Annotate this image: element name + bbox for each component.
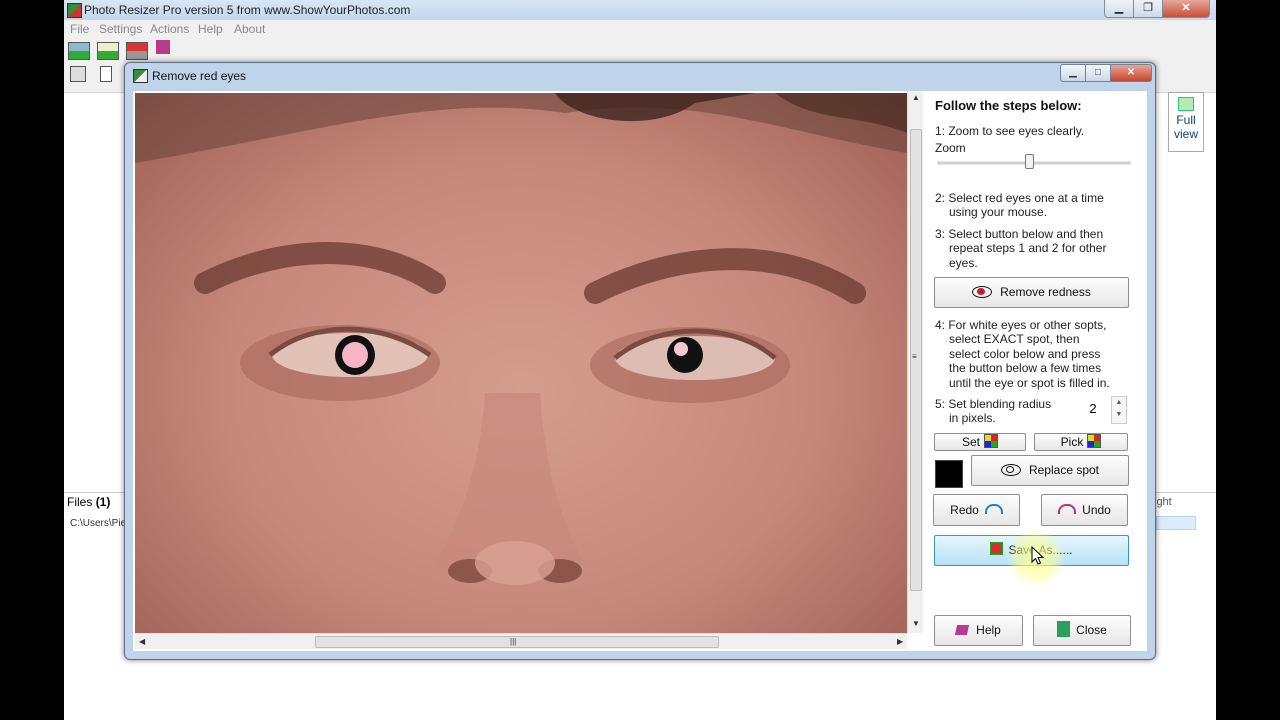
close-door-icon (1057, 621, 1071, 637)
menu-about[interactable]: About (234, 22, 265, 36)
menu-actions[interactable]: Actions (150, 22, 189, 36)
spin-up-icon[interactable]: ▲ (1112, 397, 1126, 409)
steps-panel: Follow the steps below: 1: Zoom to see e… (925, 91, 1147, 651)
selected-file-row[interactable] (1156, 516, 1196, 530)
remove-photo-icon[interactable] (126, 42, 148, 60)
eye-outline-pupil (1005, 466, 1014, 473)
help-label: Help (976, 623, 1001, 637)
step2-text-1: 2: Select red eyes one at a time (935, 191, 1104, 205)
close-label: Close (1076, 623, 1107, 637)
settings-icon[interactable] (70, 66, 86, 82)
step1-text: 1: Zoom to see eyes clearly. (935, 124, 1085, 138)
undo-label: Undo (1082, 503, 1111, 517)
red-eye-icon (972, 286, 993, 298)
close-button[interactable]: Close (1033, 615, 1131, 646)
zoom-label: Zoom (935, 141, 966, 155)
menu-help[interactable]: Help (198, 22, 223, 36)
menu-bar: File Settings Actions Help About (64, 20, 1216, 38)
remove-red-eyes-dialog: Remove red eyes ▁ □ ✕ ▲ ≡ ▼ ◀ ||| ▶ Foll… (124, 62, 1156, 660)
menu-settings[interactable]: Settings (99, 22, 142, 36)
files-count: (1) (95, 495, 111, 509)
horizontal-scroll-thumb[interactable]: ||| (315, 636, 719, 648)
blending-radius-input[interactable]: 2 (1075, 398, 1111, 420)
new-document-icon[interactable] (100, 66, 112, 82)
scroll-left-arrow[interactable]: ◀ (139, 637, 145, 646)
close-window-button[interactable]: ✕ (1162, 0, 1210, 18)
save-as-label: Save As...... (1008, 543, 1073, 557)
step4-text-3: select color below and press (949, 347, 1101, 361)
full-view-icon (1178, 97, 1194, 111)
open-photos-icon[interactable] (68, 42, 90, 60)
undo-arrow-icon (1058, 504, 1077, 514)
dialog-close-button[interactable]: ✕ (1110, 64, 1152, 82)
vertical-scroll-thumb[interactable]: ≡ (910, 129, 922, 591)
column-header-height[interactable]: ight (1154, 496, 1172, 508)
vertical-grip-icon: ≡ (912, 352, 917, 361)
set-label: Set (961, 435, 980, 449)
zoom-slider-thumb[interactable] (1025, 154, 1035, 169)
undo-button[interactable]: Undo (1041, 494, 1128, 526)
app-icon (67, 3, 82, 18)
horizontal-scrollbar[interactable]: ◀ ||| ▶ (135, 633, 907, 649)
redo-arrow-icon (984, 504, 1003, 514)
full-view-label-1: Full (1176, 113, 1196, 127)
replace-spot-label: Replace spot (1028, 463, 1100, 477)
steps-heading: Follow the steps below: (935, 98, 1082, 113)
horizontal-grip-icon: ||| (510, 637, 517, 646)
files-label-text: Files (67, 495, 93, 509)
maximize-button[interactable]: ❐ (1133, 0, 1163, 18)
save-image-icon (990, 542, 1004, 555)
step5-text-1: 5: Set blending radius (935, 397, 1052, 411)
vertical-scrollbar[interactable]: ▲ ≡ ▼ (907, 91, 923, 633)
app-titlebar: Photo Resizer Pro version 5 from www.Sho… (64, 0, 1216, 21)
step4-text-4: the button below a few times (949, 361, 1102, 375)
spin-down-icon[interactable]: ▼ (1112, 409, 1126, 421)
minimize-button[interactable]: ▁ (1104, 0, 1134, 18)
menu-file[interactable]: File (70, 22, 89, 36)
set-color-button[interactable]: Set (934, 433, 1026, 451)
step3-text-1: 3: Select button below and then (935, 227, 1104, 241)
pick-label: Pick (1060, 435, 1084, 449)
file-path[interactable]: C:\Users\Pie (70, 518, 126, 529)
dialog-titlebar: Remove red eyes ▁ □ ✕ (125, 63, 1155, 87)
full-view-label-2: view (1173, 127, 1198, 141)
step3-text-3: eyes. (949, 256, 978, 270)
dialog-body: ▲ ≡ ▼ ◀ ||| ▶ Follow the steps below: 1:… (133, 91, 1147, 651)
step4-text-1: 4: For white eyes or other sopts, (935, 318, 1107, 332)
scroll-down-arrow[interactable]: ▼ (912, 619, 920, 628)
photo-canvas[interactable] (135, 93, 907, 633)
step3-text-2: repeat steps 1 and 2 for other (949, 241, 1107, 255)
red-eye-pupil (977, 288, 986, 295)
step2-text-2: using your mouse. (949, 205, 1048, 219)
step4-text-2: select EXACT spot, then (949, 332, 1080, 346)
step5-text-2: in pixels. (949, 411, 996, 425)
scroll-up-arrow[interactable]: ▲ (912, 93, 920, 102)
face-photo (135, 93, 907, 585)
remove-redness-button[interactable]: Remove redness (934, 277, 1129, 308)
redo-label: Redo (950, 503, 979, 517)
dialog-minimize-button[interactable]: ▁ (1060, 64, 1086, 82)
dialog-icon (133, 69, 148, 83)
scroll-right-arrow[interactable]: ▶ (897, 637, 903, 646)
color-grid-icon (1087, 434, 1102, 448)
eye-outline-icon (1000, 464, 1021, 476)
help-book-icon[interactable] (156, 40, 170, 54)
replace-spot-button[interactable]: Replace spot (971, 455, 1129, 486)
dialog-maximize-button[interactable]: □ (1085, 64, 1111, 82)
open-folder-icon[interactable] (97, 42, 119, 60)
step4-text-5: until the eye or spot is filled in. (949, 376, 1110, 390)
help-button[interactable]: Help (934, 615, 1023, 646)
pick-color-button[interactable]: Pick (1034, 433, 1128, 451)
full-view-button[interactable]: Full view (1168, 92, 1204, 152)
app-title: Photo Resizer Pro version 5 from www.Sho… (84, 3, 411, 17)
color-grid-icon (984, 434, 998, 448)
dialog-title: Remove red eyes (152, 69, 247, 83)
save-as-button[interactable]: Save As...... (934, 535, 1129, 566)
redo-button[interactable]: Redo (933, 494, 1020, 526)
files-label: Files (1) (67, 495, 110, 509)
blending-radius-spinner[interactable]: ▲ ▼ (1111, 396, 1127, 424)
remove-redness-label: Remove redness (1000, 285, 1091, 299)
selected-color-swatch[interactable] (935, 460, 963, 488)
help-book-icon (955, 625, 970, 635)
